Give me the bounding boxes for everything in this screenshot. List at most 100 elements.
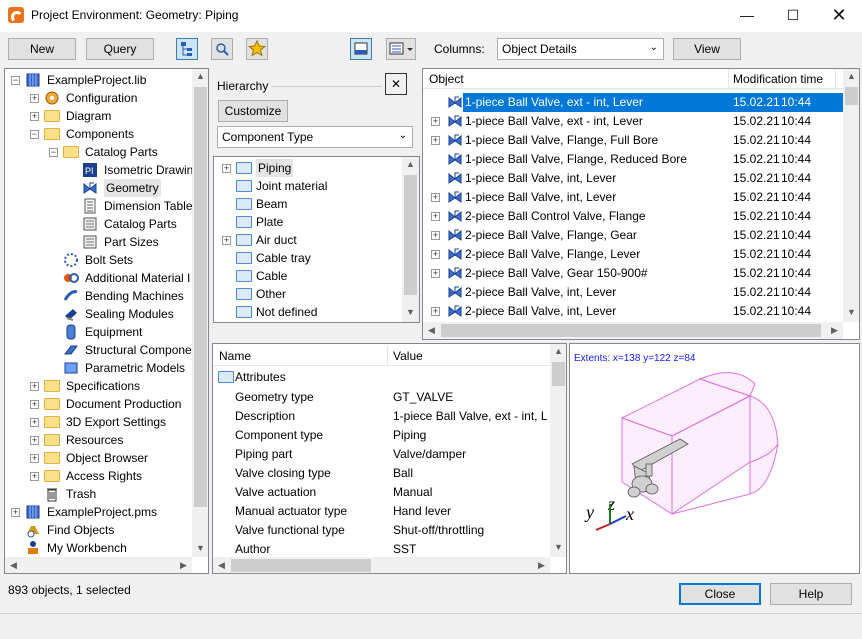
expand-toggle[interactable]: + xyxy=(431,193,440,202)
tree-item[interactable]: + ExampleProject.pms xyxy=(5,503,191,521)
table-row[interactable]: 1-piece Ball Valve, int, Lever 15.02.21 10… xyxy=(423,169,843,188)
property-row[interactable]: Piping part Valve/damper xyxy=(213,445,550,464)
column-header-value[interactable]: Value xyxy=(393,346,423,366)
object-list-horizontal-scrollbar[interactable]: ◀ ▶ xyxy=(423,322,843,339)
column-header-name[interactable]: Name xyxy=(219,346,251,366)
hierarchy-toggle-button[interactable] xyxy=(176,38,198,60)
hierarchy-item[interactable]: + Piping xyxy=(214,159,400,177)
tree-item[interactable]: Trash xyxy=(5,485,191,503)
tree-item[interactable]: + Specifications xyxy=(5,377,191,395)
expand-toggle[interactable]: + xyxy=(11,508,20,517)
hierarchy-item[interactable]: Cable xyxy=(214,267,400,285)
hierarchy-item[interactable]: Not defined xyxy=(214,303,400,321)
hierarchy-item[interactable]: Cable tray xyxy=(214,249,400,267)
table-row[interactable]: +2-piece Ball Valve, Flange, Gear 15.02.2… xyxy=(423,226,843,245)
tree-item[interactable]: Part Sizes xyxy=(5,233,191,251)
expand-toggle[interactable]: + xyxy=(30,454,39,463)
column-header-object[interactable]: Object xyxy=(429,69,464,89)
expand-toggle[interactable]: + xyxy=(431,212,440,221)
tree-item[interactable]: Bending Machines xyxy=(5,287,191,305)
tree-item[interactable]: + Access Rights xyxy=(5,467,191,485)
tree-item[interactable]: + Resources xyxy=(5,431,191,449)
table-row[interactable]: +2-piece Ball Control Valve, Flange 15.02… xyxy=(423,207,843,226)
tree-item[interactable]: Find Objects xyxy=(5,521,191,539)
chevron-up-icon[interactable]: ▲ xyxy=(192,71,208,81)
expand-toggle[interactable]: + xyxy=(30,112,39,121)
expand-toggle[interactable]: + xyxy=(30,436,39,445)
chevron-left-icon[interactable]: ◀ xyxy=(423,325,440,336)
tree-item[interactable]: + Object Browser xyxy=(5,449,191,467)
help-button[interactable]: Help xyxy=(770,583,852,605)
expand-toggle[interactable]: − xyxy=(49,148,58,157)
expand-toggle[interactable]: + xyxy=(30,400,39,409)
expand-toggle[interactable]: + xyxy=(431,117,440,126)
column-header-modification-time[interactable]: Modification time xyxy=(733,69,823,89)
favorites-button[interactable] xyxy=(246,38,268,60)
table-row[interactable]: 1-piece Ball Valve, Flange, Reduced Bore… xyxy=(423,150,843,169)
scroll-thumb[interactable] xyxy=(404,175,417,295)
tree-item[interactable]: Geometry xyxy=(5,179,191,197)
hierarchy-scrollbar[interactable]: ▲ ▼ xyxy=(402,157,419,322)
tree-vertical-scrollbar[interactable]: ▲ ▼ xyxy=(192,69,208,557)
tree-item[interactable]: − Catalog Parts xyxy=(5,143,191,161)
expand-toggle[interactable]: + xyxy=(30,94,39,103)
chevron-left-icon[interactable]: ◀ xyxy=(5,560,22,571)
view-options-dropdown[interactable] xyxy=(386,38,416,60)
scroll-thumb[interactable] xyxy=(552,362,565,386)
properties-horizontal-scrollbar[interactable]: ◀ ▶ xyxy=(213,557,550,573)
expand-toggle[interactable]: + xyxy=(30,418,39,427)
tree-item[interactable]: + Document Production xyxy=(5,395,191,413)
property-row[interactable]: Valve functional type Shut-off/throttlin… xyxy=(213,521,550,540)
tree-item[interactable]: + Diagram xyxy=(5,107,191,125)
hierarchy-item[interactable]: Joint material xyxy=(214,177,400,195)
chevron-left-icon[interactable]: ◀ xyxy=(213,560,230,571)
hierarchy-item[interactable]: Beam xyxy=(214,195,400,213)
scroll-thumb[interactable] xyxy=(231,559,371,572)
close-window-button[interactable]: ✕ xyxy=(816,0,862,32)
view-button[interactable]: View xyxy=(673,38,741,60)
scroll-thumb[interactable] xyxy=(441,324,821,337)
tree-item[interactable]: +3D Export Settings xyxy=(5,413,191,431)
chevron-down-icon[interactable]: ▼ xyxy=(843,307,859,317)
expand-toggle[interactable]: − xyxy=(11,76,20,85)
chevron-right-icon[interactable]: ▶ xyxy=(826,325,843,336)
tree-item[interactable]: Structural Compone xyxy=(5,341,192,359)
expand-toggle[interactable]: + xyxy=(431,269,440,278)
tree-item[interactable]: − Components xyxy=(5,125,191,143)
tree-item[interactable]: Parametric Models xyxy=(5,359,191,377)
tree-item[interactable]: − ExampleProject.lib xyxy=(5,71,191,89)
properties-vertical-scrollbar[interactable]: ▲ ▼ xyxy=(550,344,566,557)
chevron-right-icon[interactable]: ▶ xyxy=(533,560,550,571)
property-row[interactable]: Component type Piping xyxy=(213,426,550,445)
expand-toggle[interactable]: + xyxy=(222,164,231,173)
chevron-up-icon[interactable]: ▲ xyxy=(550,346,566,356)
object-list-vertical-scrollbar[interactable]: ▲ ▼ xyxy=(843,69,859,322)
chevron-down-icon[interactable]: ▼ xyxy=(402,307,419,317)
hierarchy-item[interactable]: Plate xyxy=(214,213,400,231)
columns-select[interactable]: Object Details ⌄ xyxy=(497,38,664,60)
property-row[interactable]: Valve closing type Ball xyxy=(213,464,550,483)
chevron-down-icon[interactable]: ▼ xyxy=(550,542,566,552)
geometry-preview[interactable]: Extents: x=138 y=122 z=84 y z x xyxy=(569,343,860,574)
close-button[interactable]: Close xyxy=(679,583,761,605)
property-row[interactable]: Manual actuator type Hand lever xyxy=(213,502,550,521)
tree-item[interactable]: Dimension Table xyxy=(5,197,193,215)
table-row[interactable]: +2-piece Ball Valve, Gear 150-900# 15.02.… xyxy=(423,264,843,283)
minimize-button[interactable]: — xyxy=(724,0,770,32)
table-row[interactable]: 2-piece Ball Valve, int, Lever 15.02.21 10… xyxy=(423,283,843,302)
table-row[interactable]: +2-piece Ball Valve, int, Lever 15.02.21 1… xyxy=(423,302,843,321)
table-row[interactable]: 1-piece Ball Valve, ext - int, Lever 15.0… xyxy=(423,93,843,112)
tree-item[interactable]: Equipment xyxy=(5,323,191,341)
maximize-button[interactable]: ☐ xyxy=(770,0,816,32)
expand-toggle[interactable]: + xyxy=(431,250,440,259)
expand-toggle[interactable]: + xyxy=(30,472,39,481)
expand-toggle[interactable]: + xyxy=(431,231,440,240)
tree-item[interactable]: My Workbench xyxy=(5,539,191,557)
filter-button[interactable] xyxy=(211,38,233,60)
chevron-up-icon[interactable]: ▲ xyxy=(402,159,419,169)
new-button[interactable]: New xyxy=(8,38,76,60)
tree-horizontal-scrollbar[interactable]: ◀ ▶ xyxy=(5,557,192,573)
customize-button[interactable]: Customize xyxy=(218,100,288,122)
property-row[interactable]: Valve actuation Manual xyxy=(213,483,550,502)
table-row[interactable]: +1-piece Ball Valve, int, Lever 15.02.21 1… xyxy=(423,188,843,207)
